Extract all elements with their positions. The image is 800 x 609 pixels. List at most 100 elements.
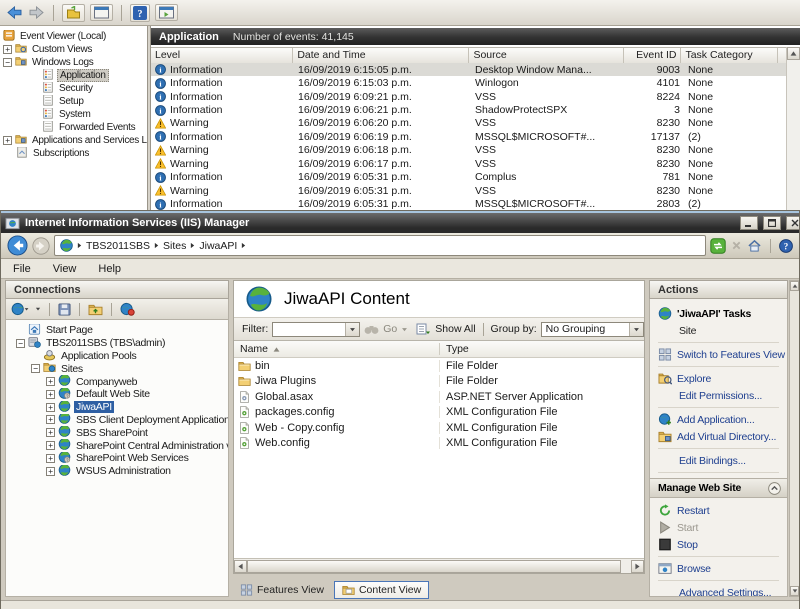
event-row[interactable]: iInformation16/09/2019 6:06:21 p.m.Shado… <box>151 103 786 116</box>
tab-features-view[interactable]: Features View <box>233 582 331 598</box>
home-button[interactable] <box>747 239 762 252</box>
ev-tree-item[interactable]: +Custom Views <box>0 43 147 56</box>
menu-help[interactable]: Help <box>98 263 121 275</box>
breadcrumb-item[interactable]: TBS2011SBS <box>86 240 150 252</box>
file-row[interactable]: binFile Folder <box>234 358 644 374</box>
iis-tree-item[interactable]: +?Default Web Site <box>6 388 228 401</box>
column-source[interactable]: Source <box>469 48 623 63</box>
console-window-button[interactable] <box>90 4 113 21</box>
event-row[interactable]: Warning16/09/2019 6:05:31 p.m.VSS8230Non… <box>151 184 786 197</box>
iis-tree-item[interactable]: +SBS SharePoint <box>6 426 228 439</box>
action-advanced-settings[interactable]: Advanced Settings... <box>658 584 787 597</box>
stop-x-button[interactable] <box>731 240 742 251</box>
event-table-scrollbar[interactable] <box>786 47 800 210</box>
save-button[interactable] <box>58 303 71 316</box>
column-date-time[interactable]: Date and Time <box>293 48 469 63</box>
iis-title-bar[interactable]: Internet Information Services (IIS) Mana… <box>1 211 799 233</box>
close-button[interactable] <box>786 216 800 230</box>
action-edit-bindings[interactable]: Edit Bindings... <box>658 452 787 469</box>
files-column-name[interactable]: Name <box>234 343 440 355</box>
maximize-button[interactable] <box>763 216 781 230</box>
menu-view[interactable]: View <box>53 263 77 275</box>
breadcrumb-item[interactable]: JiwaAPI <box>199 240 237 252</box>
back-button[interactable] <box>7 235 28 256</box>
show-window-button[interactable] <box>155 4 178 21</box>
actions-scrollbar[interactable] <box>789 280 800 597</box>
files-column-type[interactable]: Type <box>440 343 469 355</box>
action-edit-permissions[interactable]: Edit Permissions... <box>658 387 787 404</box>
column-level[interactable]: Level <box>151 48 293 63</box>
file-row[interactable]: Global.asaxASP.NET Server Application <box>234 389 644 405</box>
minimize-button[interactable] <box>740 216 758 230</box>
iis-tree-item[interactable]: +JiwaAPI <box>6 401 228 414</box>
action-add-virtual-directory[interactable]: Add Virtual Directory... <box>658 428 787 445</box>
event-row[interactable]: iInformation16/09/2019 6:05:31 p.m.MSSQL… <box>151 197 786 210</box>
ev-tree-item[interactable]: Setup <box>0 95 147 108</box>
crumb-sep-icon <box>190 242 195 249</box>
show-all-button[interactable]: Show All <box>435 323 475 335</box>
scroll-up-icon[interactable] <box>787 47 800 60</box>
iis-tree-item[interactable]: Application Pools <box>6 350 228 363</box>
event-row[interactable]: iInformation16/09/2019 6:15:03 p.m.Winlo… <box>151 76 786 89</box>
connect-button[interactable] <box>11 302 30 316</box>
action-browse[interactable]: Browse <box>658 560 787 577</box>
breadcrumb-item[interactable]: Sites <box>163 240 186 252</box>
event-row[interactable]: Warning16/09/2019 6:06:20 p.m.VSS8230Non… <box>151 117 786 130</box>
go-button[interactable]: Go <box>383 323 397 335</box>
iis-tree-item[interactable]: +?SharePoint Web Services <box>6 452 228 465</box>
filter-input[interactable] <box>272 322 360 337</box>
manage-web-site-header[interactable]: Manage Web Site <box>650 478 787 498</box>
action-stop[interactable]: Stop <box>658 536 787 553</box>
ev-tree-item[interactable]: +Applications and Services Logs <box>0 134 147 147</box>
ev-tree-item[interactable]: Event Viewer (Local) <box>0 30 147 43</box>
create-package-button[interactable] <box>88 303 103 316</box>
ev-tree-item[interactable]: System <box>0 108 147 121</box>
action-start[interactable]: Start <box>658 519 787 536</box>
file-row[interactable]: packages.configXML Configuration File <box>234 405 644 421</box>
export-button[interactable] <box>62 4 85 22</box>
event-row[interactable]: iInformation16/09/2019 6:15:05 p.m.Deskt… <box>151 63 786 76</box>
ev-tree-item[interactable]: Application <box>0 69 147 82</box>
ev-tree-item[interactable]: Forwarded Events <box>0 121 147 134</box>
help-button[interactable]: ? <box>130 4 150 22</box>
chevron-up-circle-icon[interactable] <box>768 482 781 495</box>
event-row[interactable]: Warning16/09/2019 6:06:18 p.m.VSS8230Non… <box>151 144 786 157</box>
tab-content-view[interactable]: Content View <box>334 581 429 599</box>
file-row[interactable]: Web.configXML Configuration File <box>234 436 644 452</box>
iis-tree-item[interactable]: +Companyweb <box>6 375 228 388</box>
action-explore[interactable]: Explore <box>658 370 787 387</box>
ev-tree-item[interactable]: −Windows Logs <box>0 56 147 69</box>
iis-tree-item[interactable]: Start Page <box>6 324 228 337</box>
content-hscrollbar[interactable] <box>234 558 644 573</box>
file-row[interactable]: Jiwa PluginsFile Folder <box>234 374 644 390</box>
column-task-category[interactable]: Task Category <box>681 48 778 63</box>
back-arrow-icon[interactable] <box>6 6 23 19</box>
event-row[interactable]: iInformation16/09/2019 6:09:21 p.m.VSS82… <box>151 90 786 103</box>
action-switch-to-features-view[interactable]: Switch to Features View <box>658 346 787 363</box>
ev-tree-item[interactable]: Subscriptions <box>0 147 147 160</box>
go-options-icon[interactable] <box>401 326 408 333</box>
forward-button[interactable] <box>32 237 50 255</box>
ev-tree-item[interactable]: Security <box>0 82 147 95</box>
column-event-id[interactable]: Event ID <box>624 48 682 63</box>
help-circle-button[interactable]: ? <box>779 239 793 253</box>
breadcrumb[interactable]: TBS2011SBS Sites JiwaAPI <box>54 235 706 256</box>
action-add-application[interactable]: Add Application... <box>658 411 787 428</box>
event-row[interactable]: Warning16/09/2019 6:06:17 p.m.VSS8230Non… <box>151 157 786 170</box>
iis-tree-item[interactable]: +WSUS Administration <box>6 465 228 478</box>
iis-tree-item[interactable]: +SBS Client Deployment Applications <box>6 414 228 427</box>
disconnect-button[interactable] <box>120 302 135 316</box>
forward-arrow-icon[interactable] <box>28 6 45 19</box>
event-count: Number of events: 41,145 <box>233 31 354 43</box>
file-row[interactable]: Web - Copy.configXML Configuration File <box>234 420 644 436</box>
event-log-icon <box>42 82 54 93</box>
iis-tree-item[interactable]: −Sites <box>6 362 228 375</box>
iis-tree-item[interactable]: −TBS2011SBS (TBS\admin) <box>6 337 228 350</box>
event-row[interactable]: iInformation16/09/2019 6:06:19 p.m.MSSQL… <box>151 130 786 143</box>
group-by-select[interactable]: No Grouping <box>541 322 644 337</box>
refresh-button[interactable] <box>710 238 726 254</box>
action-restart[interactable]: Restart <box>658 502 787 519</box>
menu-file[interactable]: File <box>13 263 31 275</box>
iis-tree-item[interactable]: +SharePoint Central Administration v4 <box>6 439 228 452</box>
event-row[interactable]: iInformation16/09/2019 6:05:31 p.m.Compl… <box>151 171 786 184</box>
